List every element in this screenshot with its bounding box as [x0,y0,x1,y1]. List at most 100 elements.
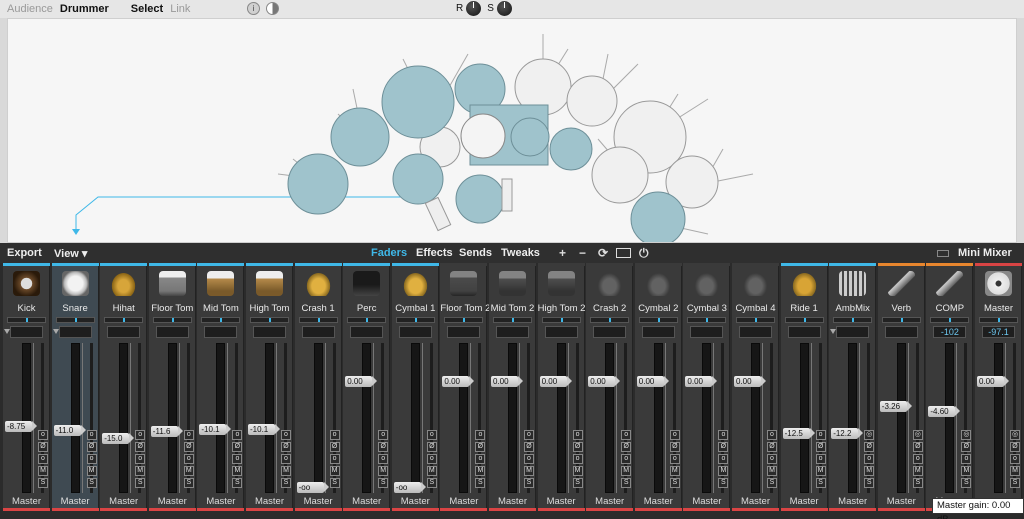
mute-button[interactable]: M [718,466,729,476]
record-icon[interactable]: o [912,454,923,464]
channel-strip-high-tom-2[interactable]: High Tom 2 0.00 o Øo M S Master [537,263,585,511]
channel-strip-crash-2[interactable]: Crash 2 0.00 o Øo M S Master [586,263,634,511]
info-icon[interactable]: i [247,2,260,15]
output-icon[interactable]: o [524,430,534,440]
mute-button[interactable]: M [329,466,340,476]
power-icon[interactable]: ⏻ [639,246,649,261]
mute-button[interactable]: M [669,466,680,476]
pan-slider[interactable] [152,317,192,323]
record-icon[interactable]: o [183,454,194,464]
fader-handle[interactable]: 0.00 [734,376,766,388]
output-icon[interactable]: ◎ [912,430,923,440]
fader-track[interactable] [70,343,80,493]
pan-slider[interactable] [736,317,775,323]
add-channel-icon[interactable]: + [559,246,566,260]
fader-handle[interactable]: -4.60 [928,405,961,417]
record-icon[interactable]: o [815,454,826,464]
record-icon[interactable]: o [281,454,291,464]
solo-button[interactable]: S [669,478,680,488]
record-icon[interactable]: o [475,454,486,464]
reverb-icon[interactable] [887,271,915,296]
fader-handle[interactable]: 0.00 [539,376,572,388]
output-routing[interactable]: Master [829,495,876,508]
phase-invert-button[interactable]: Ø [183,442,194,452]
fader-track[interactable] [459,343,469,493]
mute-button[interactable]: M [232,466,243,476]
fader-handle[interactable]: -11.6 [150,426,183,438]
output-icon[interactable]: o [475,430,486,440]
select-mode[interactable]: Select [131,3,163,15]
pan-slider[interactable] [493,317,532,323]
mute-button[interactable]: M [183,466,194,476]
solo-button[interactable]: S [135,478,146,488]
pan-slider[interactable] [250,317,289,323]
solo-button[interactable]: S [621,478,632,488]
channel-strip-comp[interactable]: COMP-102-4.60◎ØoMSMaster [926,263,974,511]
record-icon[interactable]: o [38,454,48,464]
pan-slider[interactable] [104,317,144,323]
fader-track[interactable] [751,343,760,493]
solo-button[interactable]: S [718,478,729,488]
output-routing[interactable]: Master [635,495,682,508]
drummer-tab[interactable]: Drummer [60,3,109,15]
record-icon[interactable]: o [669,454,680,464]
output-icon[interactable]: o [38,430,48,440]
fader-track[interactable] [556,343,566,493]
cymbal-icon[interactable] [644,271,672,296]
refresh-icon[interactable]: ⟳ [598,246,608,260]
channel-strip-ambmix[interactable]: AmbMix -12.2 ◎ Øo M S Master [829,263,877,511]
fader-handle[interactable]: -oo [393,482,426,493]
phase-invert-button[interactable]: Ø [524,442,534,452]
mute-button[interactable]: M [621,466,632,476]
pan-slider[interactable] [347,317,387,323]
tab-tweaks[interactable]: Tweaks [501,247,540,259]
kick-drum-icon[interactable] [13,271,40,296]
output-routing[interactable]: Master [683,495,730,508]
perc-pad-icon[interactable] [353,271,381,296]
fader-handle[interactable]: 0.00 [636,376,669,388]
output-icon[interactable]: ◎ [961,430,972,440]
high-tom-icon[interactable] [547,271,575,296]
ambience-mixer-icon[interactable] [839,271,867,296]
fader-track[interactable] [216,343,226,493]
fader-track[interactable] [167,343,177,493]
fader-track[interactable] [896,343,906,493]
fader-handle[interactable]: 0.00 [491,376,523,388]
channel-strip-hihat[interactable]: Hihat -15.0 o Øo M S Master [100,263,148,511]
mute-button[interactable]: M [475,466,486,476]
record-icon[interactable]: o [1010,454,1020,464]
channel-strip-perc[interactable]: Perc 0.00 o Øo M S Master [343,263,391,511]
solo-button[interactable]: S [38,478,48,488]
output-icon[interactable]: o [183,430,194,440]
record-icon[interactable]: o [864,454,875,464]
channel-strip-crash-1[interactable]: Crash 1 -oo o Øo M S Master [294,263,342,511]
phase-invert-button[interactable]: Ø [621,442,632,452]
cymbal-icon[interactable] [742,271,769,296]
fader-handle[interactable]: 0.00 [588,376,621,388]
record-icon[interactable]: o [232,454,243,464]
phase-invert-button[interactable]: Ø [86,442,97,452]
channel-strip-master[interactable]: Master -97.1 0.00 ◎ Øo M S [975,263,1022,511]
record-icon[interactable]: o [961,454,972,464]
master-reel-icon[interactable] [985,271,1012,296]
mid-tom-icon[interactable] [207,271,235,296]
mute-button[interactable]: M [815,466,826,476]
record-icon[interactable]: o [378,454,389,464]
output-icon[interactable]: o [572,430,583,440]
mute-button[interactable]: M [572,466,583,476]
output-icon[interactable]: o [329,430,340,440]
channel-strip-floor-tom[interactable]: Floor Tom -11.6 o Øo M S Master [148,263,196,511]
pan-slider[interactable] [7,317,46,323]
output-routing[interactable]: Master [878,495,925,508]
mute-button[interactable]: M [1010,466,1020,476]
record-icon[interactable]: o [86,454,97,464]
output-routing[interactable]: Master [246,495,293,508]
pan-slider[interactable] [590,317,630,323]
fader-handle[interactable]: -11.0 [53,425,86,436]
solo-button[interactable]: S [1010,478,1020,488]
fader-handle[interactable]: -8.75 [5,420,37,432]
fader-handle[interactable]: 0.00 [977,376,1009,388]
output-routing[interactable]: Master [732,495,779,508]
pan-slider[interactable] [687,317,727,323]
pan-slider[interactable] [638,317,678,323]
